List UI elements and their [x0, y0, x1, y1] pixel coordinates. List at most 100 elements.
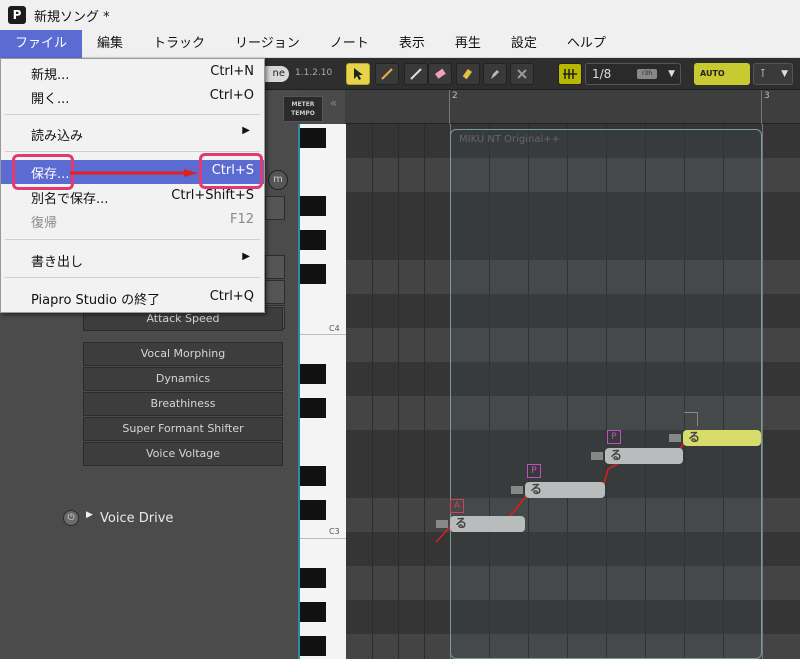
- note-handle[interactable]: [669, 434, 681, 442]
- param-super-formant-shifter[interactable]: Super Formant Shifter: [83, 417, 283, 441]
- brush-tool-icon[interactable]: [456, 63, 480, 85]
- param-voice-voltage[interactable]: Voice Voltage: [83, 442, 283, 466]
- black-key[interactable]: [300, 128, 326, 148]
- black-key[interactable]: [300, 568, 326, 588]
- save-label-callout: [12, 154, 74, 190]
- app-icon: P: [8, 6, 26, 24]
- note-1[interactable]: る: [450, 516, 525, 532]
- close-tool-icon[interactable]: [510, 63, 534, 85]
- portamento-tag[interactable]: P: [607, 430, 621, 444]
- auto-dropdown[interactable]: ⊺ ▼: [753, 63, 793, 85]
- pitch-curve: [435, 430, 755, 543]
- black-key[interactable]: [300, 636, 326, 656]
- line-tool-icon[interactable]: [404, 63, 428, 85]
- menu-region[interactable]: リージョン: [220, 30, 315, 58]
- note-lyric: る: [610, 448, 623, 462]
- pen-tool-icon[interactable]: [483, 63, 507, 85]
- chevron-down-icon: ▼: [781, 69, 788, 79]
- note-lyric: る: [530, 482, 543, 496]
- window-title: 新規ソング *: [34, 9, 110, 25]
- black-key[interactable]: [300, 398, 326, 418]
- bar-line: [761, 90, 762, 124]
- portamento-tag[interactable]: P: [527, 464, 541, 478]
- menu-quit[interactable]: Piapro Studio の終了 Ctrl+Q: [1, 286, 264, 310]
- piano-roll-grid[interactable]: MIKU NT Original++ る A る P る P る: [346, 124, 800, 659]
- black-key[interactable]: [300, 264, 326, 284]
- menu-save-as-label: 別名で保存...: [31, 192, 109, 207]
- menu-new-shortcut: Ctrl+N: [210, 64, 254, 79]
- black-key[interactable]: [300, 196, 326, 216]
- snap-value: 1/8: [592, 67, 612, 81]
- snap-mini-icon: r3h: [637, 69, 657, 79]
- pencil-tool-icon[interactable]: [375, 63, 399, 85]
- menu-export[interactable]: 書き出し ▶: [1, 248, 264, 272]
- black-key[interactable]: [300, 500, 326, 520]
- menu-export-label: 書き出し: [31, 255, 84, 270]
- note-handle[interactable]: [591, 452, 603, 460]
- menu-new-label: 新規...: [31, 68, 70, 83]
- menu-bar: ファイル 編集 トラック リージョン ノート 表示 再生 設定 ヘルプ: [0, 29, 800, 58]
- eraser-tool-icon[interactable]: [428, 63, 452, 85]
- auto-button[interactable]: AUTO: [694, 63, 750, 85]
- param-vocal-morphing[interactable]: Vocal Morphing: [83, 342, 283, 366]
- attack-tag[interactable]: A: [450, 499, 464, 513]
- menu-revert-shortcut: F12: [229, 212, 254, 227]
- black-key[interactable]: [300, 602, 326, 622]
- auto-dropdown-value: ⊺: [760, 67, 766, 80]
- menu-new[interactable]: 新規... Ctrl+N: [1, 61, 264, 85]
- snap-select[interactable]: 1/8 r3h ▼: [585, 63, 681, 85]
- menu-import[interactable]: 読み込み ▶: [1, 122, 264, 146]
- black-key[interactable]: [300, 466, 326, 486]
- bar-number: 2: [452, 91, 458, 101]
- param-breathiness[interactable]: Breathiness: [83, 392, 283, 416]
- submenu-arrow-icon: ▶: [242, 125, 250, 136]
- bar-line: [449, 90, 450, 124]
- meter-label: METER: [291, 101, 315, 108]
- expand-arrow-icon[interactable]: ▶: [86, 510, 93, 520]
- menu-view[interactable]: 表示: [384, 30, 440, 58]
- black-key[interactable]: [300, 230, 326, 250]
- voice-drive-label[interactable]: Voice Drive: [100, 511, 173, 526]
- m-button[interactable]: m: [268, 170, 288, 190]
- note-3[interactable]: る: [605, 448, 683, 464]
- menu-separator: [5, 277, 260, 278]
- tempo-label: TEMPO: [291, 110, 315, 117]
- menu-separator: [5, 114, 260, 115]
- pointer-tool-icon[interactable]: [346, 63, 370, 85]
- note-handle[interactable]: [436, 520, 448, 528]
- menu-help[interactable]: ヘルプ: [552, 30, 621, 58]
- timeline-ruler[interactable]: 2 3: [345, 90, 800, 124]
- menu-revert: 復帰 F12: [1, 209, 264, 233]
- c4-label: C4: [329, 324, 340, 333]
- c3-label: C3: [329, 527, 340, 536]
- menu-edit[interactable]: 編集: [82, 30, 138, 58]
- menu-separator: [5, 151, 260, 152]
- power-icon[interactable]: ⏻: [63, 510, 79, 526]
- meter-tempo-button[interactable]: METER TEMPO: [283, 96, 323, 122]
- submenu-arrow-icon: ▶: [242, 251, 250, 262]
- menu-open[interactable]: 開く... Ctrl+O: [1, 85, 264, 109]
- menu-track[interactable]: トラック: [138, 30, 220, 58]
- chevron-down-icon: ▼: [668, 69, 675, 79]
- note-4-selected[interactable]: る: [683, 430, 761, 446]
- menu-separator: [5, 239, 260, 240]
- bar-number: 3: [764, 91, 770, 101]
- key-line: [300, 334, 346, 335]
- menu-quit-label: Piapro Studio の終了: [31, 293, 161, 308]
- note-lyric: る: [688, 430, 701, 444]
- note-2[interactable]: る: [525, 482, 605, 498]
- black-key[interactable]: [300, 364, 326, 384]
- panel-stub: [265, 255, 285, 279]
- snap-grid-icon[interactable]: [558, 63, 582, 85]
- menu-note[interactable]: ノート: [315, 30, 384, 58]
- menu-revert-label: 復帰: [31, 216, 58, 231]
- menu-file[interactable]: ファイル: [0, 29, 83, 58]
- save-shortcut-callout: [199, 153, 263, 189]
- note-handle[interactable]: [511, 486, 523, 494]
- red-arrow-icon: [70, 169, 198, 177]
- piano-keyboard[interactable]: C4 C3: [298, 124, 346, 659]
- collapse-icon[interactable]: «: [330, 96, 337, 110]
- menu-play[interactable]: 再生: [440, 30, 496, 58]
- param-dynamics[interactable]: Dynamics: [83, 367, 283, 391]
- menu-settings[interactable]: 設定: [496, 30, 552, 58]
